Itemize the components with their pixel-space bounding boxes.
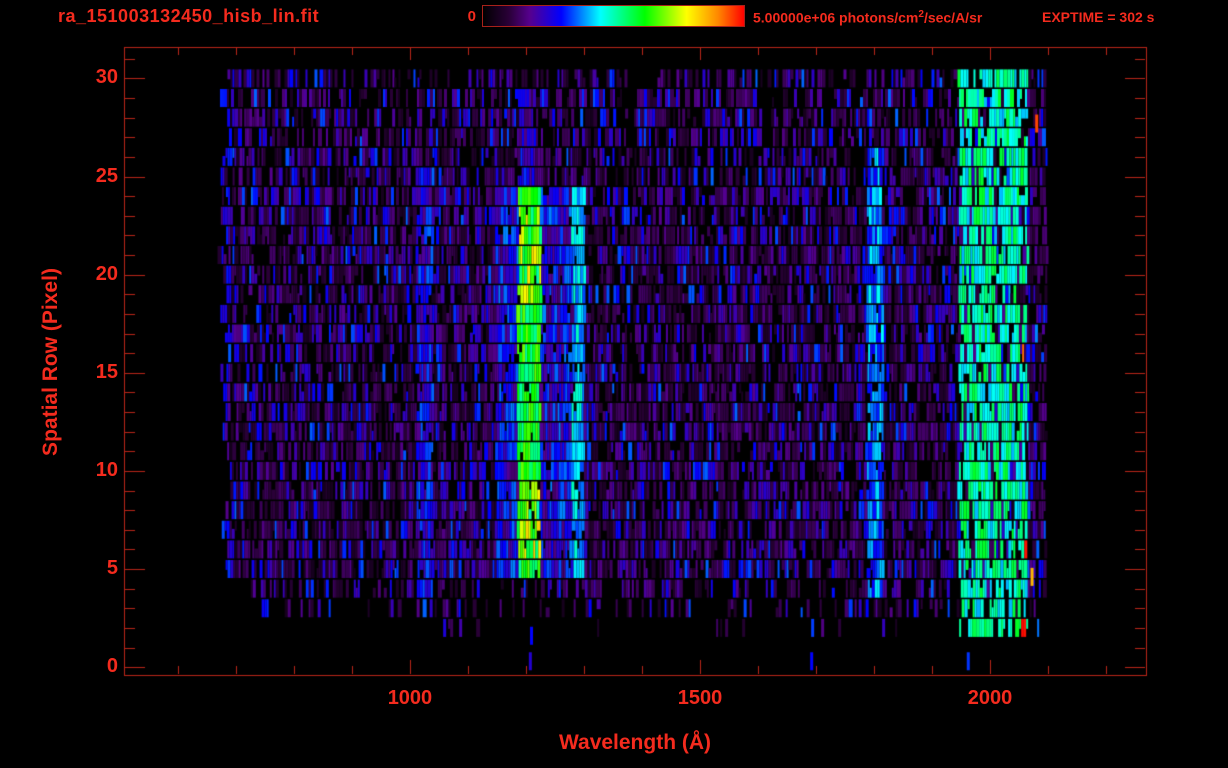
colorbar-max-label: 5.00000e+06 photons/cm2/sec/A/sr bbox=[753, 9, 982, 26]
page-title: ra_151003132450_hisb_lin.fit bbox=[58, 6, 319, 27]
colorbar-min-label: 0 bbox=[440, 8, 476, 25]
y-tick-label: 5 bbox=[38, 557, 118, 580]
exptime-label: EXPTIME = 302 s bbox=[1042, 9, 1154, 25]
y-tick-label: 30 bbox=[38, 66, 118, 89]
colorbar-max-value: 5.00000e+06 photons/cm bbox=[753, 10, 918, 26]
colorbar-gradient bbox=[482, 5, 745, 27]
x-tick-label: 1000 bbox=[350, 687, 470, 710]
y-tick-label: 10 bbox=[38, 459, 118, 482]
x-tick-label: 2000 bbox=[930, 687, 1050, 710]
y-tick-label: 15 bbox=[38, 361, 118, 384]
y-tick-label: 25 bbox=[38, 165, 118, 188]
spectrogram-figure: ra_151003132450_hisb_lin.fit 0 5.00000e+… bbox=[0, 0, 1228, 768]
colorbar-max-units-tail: /sec/A/sr bbox=[924, 10, 982, 26]
x-axis-title: Wavelength (Å) bbox=[0, 731, 1228, 755]
y-tick-label: 0 bbox=[38, 655, 118, 678]
x-tick-label: 1500 bbox=[640, 687, 760, 710]
spectrogram-canvas bbox=[0, 0, 1228, 768]
y-tick-label: 20 bbox=[38, 263, 118, 286]
